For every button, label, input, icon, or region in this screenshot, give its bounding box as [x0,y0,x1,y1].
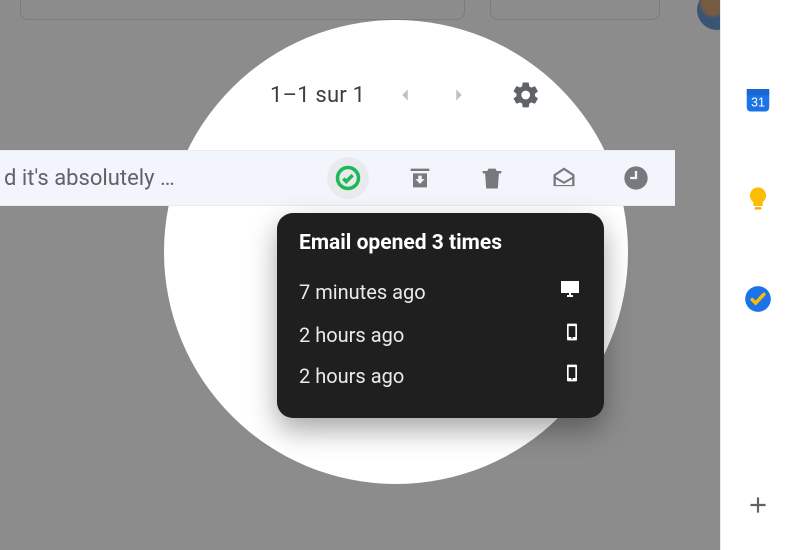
open-event: 2 hours ago [299,355,582,396]
open-event-time: 2 hours ago [299,364,404,388]
pager: 1–1 sur 1 [270,78,543,112]
svg-text:31: 31 [751,96,765,110]
tasks-icon[interactable] [743,284,773,314]
mobile-icon [562,322,582,347]
archive-button[interactable] [399,157,441,199]
settings-button[interactable] [509,78,543,112]
keep-icon[interactable] [743,184,773,214]
open-event-time: 7 minutes ago [299,280,426,304]
desktop-icon [558,277,582,306]
add-addon-button[interactable] [745,492,771,518]
message-snippet: d it's absolutely … [0,166,175,191]
message-row[interactable]: d it's absolutely … [0,150,675,206]
mobile-icon [562,363,582,388]
account-card [490,0,660,20]
pager-next-button[interactable] [445,81,473,109]
search-card [20,0,465,20]
side-panel: 31 [720,0,795,550]
open-event-time: 2 hours ago [299,323,404,347]
snooze-button[interactable] [615,157,657,199]
calendar-icon[interactable]: 31 [743,84,773,114]
tooltip-title: Email opened 3 times [299,231,582,255]
row-actions [327,151,669,205]
pager-prev-button[interactable] [391,81,419,109]
mark-unread-button[interactable] [543,157,585,199]
open-event: 7 minutes ago [299,269,582,314]
tracking-status-button[interactable] [327,157,369,199]
open-event: 2 hours ago [299,314,582,355]
tracking-tooltip: Email opened 3 times 7 minutes ago 2 hou… [277,213,604,418]
delete-button[interactable] [471,157,513,199]
pager-count: 1–1 sur 1 [270,83,365,108]
